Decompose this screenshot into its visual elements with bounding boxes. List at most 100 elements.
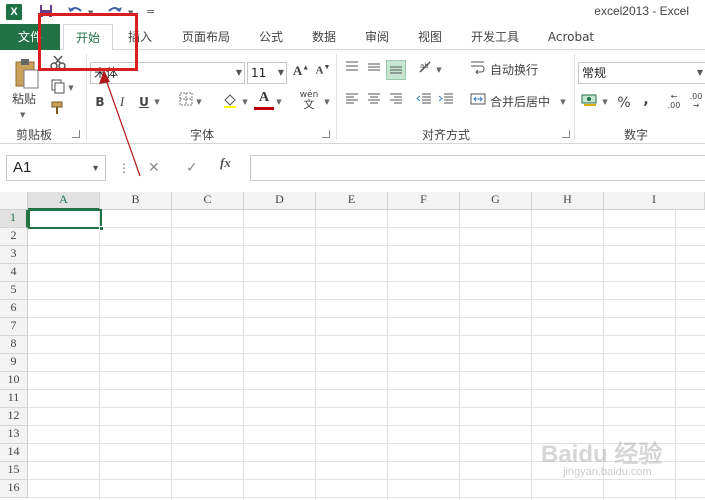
fill-color-icon[interactable] xyxy=(220,92,240,112)
decrease-decimal-icon[interactable]: .00 → xyxy=(686,92,705,112)
row-header[interactable]: 1 xyxy=(0,210,28,228)
align-bottom-icon[interactable] xyxy=(386,60,406,80)
svg-text:ab: ab xyxy=(420,62,429,70)
column-header[interactable]: I xyxy=(604,192,705,210)
name-box[interactable]: A1 ▼ xyxy=(6,155,106,181)
watermark-logo: Baidu 经验 xyxy=(541,441,663,468)
font-size-value: 11 xyxy=(251,66,267,80)
row-header[interactable]: 3 xyxy=(0,246,28,264)
underline-dropdown-icon[interactable]: ▼ xyxy=(152,92,162,112)
font-launcher-icon[interactable] xyxy=(322,130,330,138)
grow-font-button[interactable]: A▲ xyxy=(291,63,311,83)
italic-button[interactable]: I xyxy=(112,92,132,112)
tab-acrobat[interactable]: Acrobat xyxy=(540,24,602,50)
merge-center-button[interactable]: 合并后居中 xyxy=(490,93,550,111)
row-header[interactable]: 13 xyxy=(0,426,28,444)
number-format-select[interactable]: 常规 ▼ xyxy=(578,62,705,84)
row-header[interactable]: 14 xyxy=(0,444,28,462)
formula-bar: A1 ▼ ⋮ ✕ ✓ fx xyxy=(0,144,705,192)
decrease-indent-icon[interactable] xyxy=(414,92,434,112)
accounting-format-icon[interactable] xyxy=(580,92,600,112)
tab-formulas[interactable]: 公式 xyxy=(250,24,292,50)
row-header[interactable]: 12 xyxy=(0,408,28,426)
align-left-icon[interactable] xyxy=(342,92,362,112)
group-separator xyxy=(574,54,575,140)
comma-style-button[interactable]: , xyxy=(636,90,656,110)
align-middle-icon[interactable] xyxy=(364,60,384,80)
increase-indent-icon[interactable] xyxy=(436,92,456,112)
clipboard-launcher-icon[interactable] xyxy=(72,130,80,138)
borders-dropdown-icon[interactable]: ▼ xyxy=(194,92,204,112)
accounting-dropdown-icon[interactable]: ▼ xyxy=(600,92,610,112)
borders-icon[interactable] xyxy=(176,92,196,112)
increase-decimal-icon[interactable]: ← .00 xyxy=(664,92,684,112)
row-header[interactable]: 4 xyxy=(0,264,28,282)
row-header[interactable]: 2 xyxy=(0,228,28,246)
percent-style-button[interactable]: % xyxy=(614,93,634,113)
number-group-label: 数字 xyxy=(624,128,649,142)
tab-view[interactable]: 视图 xyxy=(409,24,451,50)
phonetic-guide-button[interactable]: wén 文 xyxy=(296,90,322,110)
fill-handle[interactable] xyxy=(99,226,104,231)
name-box-value: A1 xyxy=(13,159,32,176)
select-all-button[interactable] xyxy=(0,192,28,210)
column-header[interactable]: B xyxy=(100,192,172,210)
active-cell[interactable] xyxy=(28,209,104,231)
wrap-text-button[interactable]: 自动换行 xyxy=(490,61,538,79)
align-top-icon[interactable] xyxy=(342,60,362,80)
row-header[interactable]: 10 xyxy=(0,372,28,390)
format-painter-icon[interactable] xyxy=(48,100,68,120)
chevron-down-icon: ▼ xyxy=(277,68,284,77)
orientation-icon[interactable]: ab xyxy=(416,60,436,80)
phonetic-dropdown-icon[interactable]: ▼ xyxy=(322,92,332,112)
tab-data[interactable]: 数据 xyxy=(303,24,345,50)
column-header[interactable]: C xyxy=(172,192,244,210)
column-header[interactable]: G xyxy=(460,192,532,210)
merge-center-icon[interactable] xyxy=(468,92,488,112)
align-center-icon[interactable] xyxy=(364,92,384,112)
orientation-dropdown-icon[interactable]: ▼ xyxy=(434,60,444,80)
formula-input[interactable] xyxy=(250,155,705,181)
tab-review[interactable]: 审阅 xyxy=(356,24,398,50)
column-header[interactable]: F xyxy=(388,192,460,210)
column-header[interactable]: D xyxy=(244,192,316,210)
row-header[interactable]: 9 xyxy=(0,354,28,372)
cancel-icon[interactable]: ✕ xyxy=(148,155,160,181)
row-header[interactable]: 11 xyxy=(0,390,28,408)
clipboard-group-label: 剪贴板 xyxy=(16,128,53,142)
chevron-down-icon: ▼ xyxy=(235,68,242,77)
highlight-box xyxy=(38,13,138,71)
more-options-icon[interactable]: ⋮ xyxy=(118,155,130,181)
row-header[interactable]: 5 xyxy=(0,282,28,300)
font-color-dropdown-icon[interactable]: ▼ xyxy=(274,92,284,112)
shrink-font-button[interactable]: A▼ xyxy=(313,63,333,83)
column-header[interactable]: H xyxy=(532,192,604,210)
chevron-down-icon: ▼ xyxy=(91,163,100,173)
alignment-launcher-icon[interactable] xyxy=(562,130,570,138)
column-header[interactable]: E xyxy=(316,192,388,210)
row-header[interactable]: 6 xyxy=(0,300,28,318)
underline-button[interactable]: U xyxy=(134,92,154,112)
customize-quick-access-icon[interactable]: = xyxy=(146,3,155,21)
wrap-text-icon[interactable] xyxy=(468,60,488,80)
fill-color-dropdown-icon[interactable]: ▼ xyxy=(240,92,250,112)
number-format-value: 常规 xyxy=(582,66,607,80)
row-header[interactable]: 7 xyxy=(0,318,28,336)
row-header[interactable]: 16 xyxy=(0,480,28,498)
bold-button[interactable]: B xyxy=(90,92,110,112)
tab-developer[interactable]: 开发工具 xyxy=(462,24,528,50)
copy-icon[interactable] xyxy=(48,78,68,98)
font-size-select[interactable]: 11 ▼ xyxy=(247,62,287,84)
row-header[interactable]: 15 xyxy=(0,462,28,480)
paste-dropdown-icon[interactable]: ▼ xyxy=(20,106,25,124)
insert-function-icon[interactable]: fx xyxy=(220,155,231,181)
font-color-button[interactable]: A xyxy=(254,90,274,110)
row-header[interactable]: 8 xyxy=(0,336,28,354)
enter-icon[interactable]: ✓ xyxy=(186,155,198,181)
copy-dropdown-icon[interactable]: ▼ xyxy=(66,78,76,98)
column-header[interactable]: A xyxy=(28,192,100,210)
grow-font-icon: A xyxy=(292,63,303,78)
merge-center-dropdown-icon[interactable]: ▼ xyxy=(558,92,568,112)
align-right-icon[interactable] xyxy=(386,92,406,112)
tab-page-layout[interactable]: 页面布局 xyxy=(172,24,240,50)
